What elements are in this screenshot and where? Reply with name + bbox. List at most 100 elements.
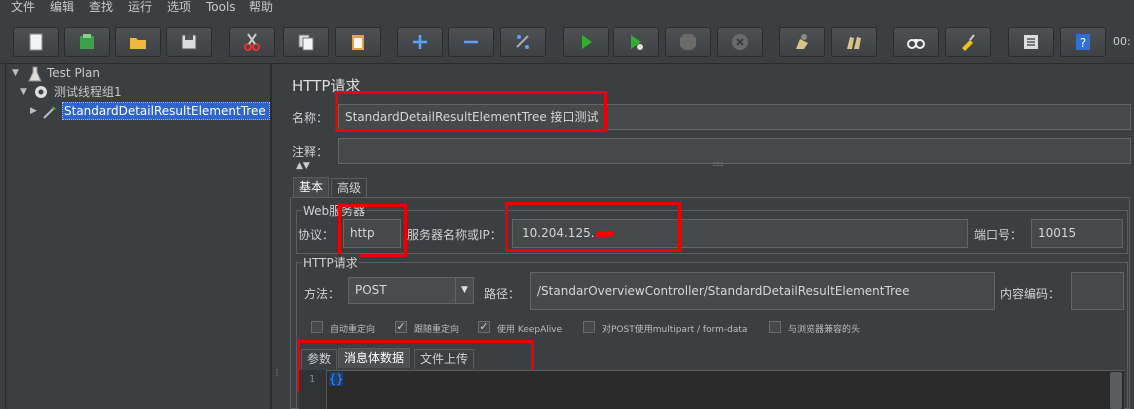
resize-grip-icon[interactable]: :::::::: [712, 160, 724, 168]
menu-tools[interactable]: Tools [206, 0, 236, 17]
shutdown-icon [732, 34, 748, 50]
clear-all-icon [847, 37, 861, 49]
server-value: 10.204.125. [522, 226, 595, 240]
menu-options[interactable]: 选项 [167, 0, 191, 17]
start-button[interactable] [563, 27, 609, 57]
clear-icon [796, 34, 808, 49]
tree-expand-icon[interactable]: ▼ [12, 68, 19, 78]
line-number: 1 [309, 374, 316, 385]
toggle-button[interactable] [500, 27, 546, 57]
menu-file[interactable]: 文件 [11, 0, 35, 17]
new-button[interactable] [13, 27, 59, 57]
tree-item-http-sampler[interactable]: StandardDetailResultElementTree 接口测试 [62, 102, 270, 120]
cut-icon [244, 33, 260, 51]
browser-headers-label: 与浏览器兼容的头 [788, 325, 861, 335]
vertical-scrollbar[interactable] [1110, 372, 1122, 409]
help-icon: ? [1076, 34, 1090, 50]
name-label: 名称： [292, 111, 329, 125]
body-editor[interactable] [299, 370, 1124, 409]
expand-icon [413, 35, 427, 49]
tab-file-upload[interactable]: 文件上传 [414, 349, 475, 369]
tree-expand-icon[interactable]: ▼ [20, 87, 27, 97]
reset-search-button[interactable] [945, 27, 991, 57]
protocol-label: 协议： [298, 228, 335, 242]
shutdown-button[interactable] [717, 27, 763, 57]
path-field[interactable]: /StandarOverviewController/StandardDetai… [530, 272, 995, 310]
menu-edit[interactable]: 编辑 [50, 0, 74, 17]
tree-item-test-plan[interactable]: Test Plan [47, 64, 100, 82]
paste-button[interactable] [335, 27, 381, 57]
body-content[interactable]: {} [329, 372, 344, 386]
tab-body-data[interactable]: 消息体数据 [338, 348, 411, 368]
open-button[interactable] [115, 27, 161, 57]
menu-bar: 文件 编辑 查找 运行 选项 Tools 帮助 [0, 0, 1134, 17]
splitter[interactable] [271, 64, 281, 409]
save-icon [181, 34, 197, 50]
menu-search[interactable]: 查找 [89, 0, 113, 17]
http-request-legend: HTTP请求 [302, 254, 359, 271]
help-button[interactable]: ? [1060, 27, 1106, 57]
name-field[interactable]: StandardDetailResultElementTree 接口测试 [338, 104, 1131, 130]
tab-advanced[interactable]: 高级 [331, 178, 368, 198]
comment-field[interactable] [338, 138, 1131, 164]
stop-button[interactable] [665, 27, 711, 57]
search-button[interactable] [893, 27, 939, 57]
collapse-all-button[interactable] [448, 27, 494, 57]
templates-button[interactable] [64, 27, 110, 57]
tree-collapse-icon[interactable]: ▶ [30, 106, 37, 116]
comment-label: 注释： [292, 145, 329, 159]
expand-all-button[interactable] [397, 27, 443, 57]
menu-run[interactable]: 运行 [128, 0, 152, 17]
search-icon [907, 39, 925, 49]
chevron-down-icon: ▼ [455, 278, 473, 303]
tab-parameters[interactable]: 参数 [301, 349, 338, 369]
port-label: 端口号： [974, 228, 1023, 242]
start-no-pauses-button[interactable] [613, 27, 659, 57]
port-field[interactable]: 10015 [1031, 219, 1123, 248]
test-plan-icon [28, 66, 42, 82]
http-sampler-icon [43, 106, 56, 119]
method-value: POST [355, 283, 387, 297]
toolbar: ? 00: [0, 17, 1134, 64]
svg-text:?: ? [1080, 36, 1086, 50]
menu-help[interactable]: 帮助 [249, 0, 273, 17]
collapse-icon [464, 40, 478, 44]
path-label: 路径： [484, 287, 521, 301]
keepalive-label: 使用 KeepAlive [497, 325, 563, 335]
follow-redirect-label: 跟随重定向 [414, 325, 460, 335]
stop-icon [680, 34, 696, 50]
browser-headers-checkbox[interactable] [769, 321, 781, 333]
cut-button[interactable] [229, 27, 275, 57]
elapsed-time: 00: [1113, 35, 1131, 48]
copy-button[interactable] [283, 27, 329, 57]
paste-icon [352, 35, 364, 50]
auto-redirect-checkbox[interactable] [311, 321, 323, 333]
clear-button[interactable] [779, 27, 825, 57]
encoding-label: 内容编码： [1000, 287, 1061, 301]
open-folder-icon [130, 38, 146, 49]
clear-all-button[interactable] [831, 27, 877, 57]
tab-basic[interactable]: 基本 [293, 177, 330, 197]
thread-group-icon [35, 86, 47, 98]
function-helper-button[interactable] [1008, 27, 1054, 57]
method-select[interactable]: POST ▼ [348, 277, 474, 304]
protocol-field[interactable]: http [343, 219, 401, 248]
reset-search-icon [962, 34, 975, 51]
start-icon [582, 35, 592, 49]
keepalive-checkbox[interactable]: ✓ [478, 321, 490, 333]
copy-icon [298, 34, 314, 51]
redaction-mark [595, 230, 614, 237]
toggle-icon [516, 35, 529, 49]
encoding-field[interactable] [1071, 272, 1124, 310]
multipart-label: 对POST使用multipart / form-data [602, 325, 748, 335]
tree-item-thread-group[interactable]: 测试线程组1 [54, 83, 122, 101]
save-button[interactable] [166, 27, 212, 57]
templates-icon [80, 34, 94, 49]
multipart-checkbox[interactable] [583, 321, 595, 333]
page-title: HTTP请求 [292, 77, 361, 95]
collapse-arrows-icon[interactable]: ▲▼ [296, 161, 310, 171]
server-field[interactable]: 10.204.125. [512, 219, 968, 248]
new-file-icon [29, 33, 43, 51]
follow-redirect-checkbox[interactable]: ✓ [395, 321, 407, 333]
splitter-grip-icon: ⋮ [273, 368, 281, 377]
